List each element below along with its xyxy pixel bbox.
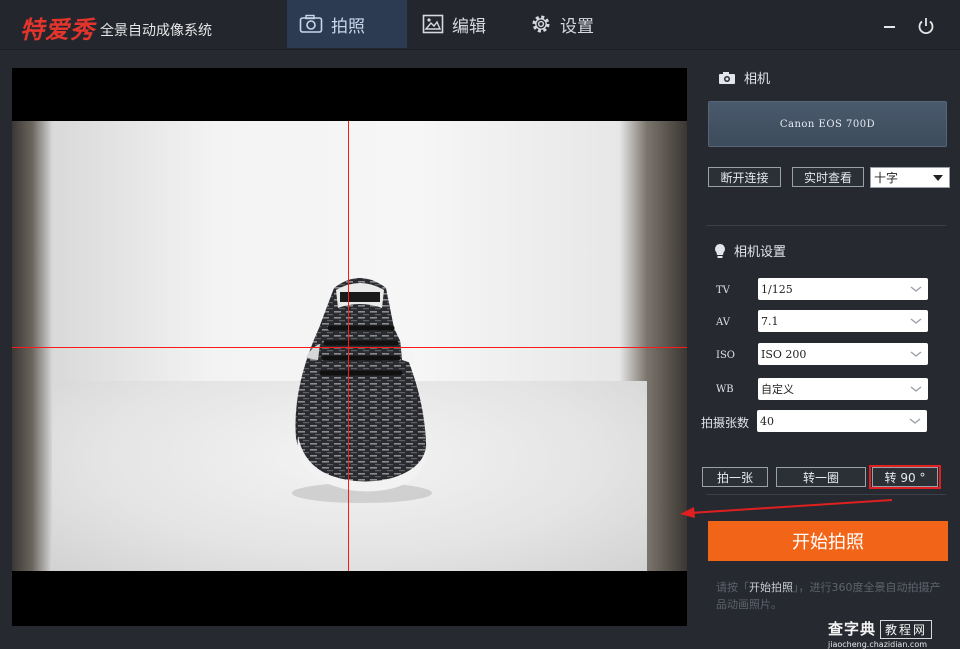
tab-settings-label: 设置 bbox=[560, 16, 594, 37]
camera-settings-title: 相机设置 bbox=[714, 241, 786, 260]
tab-edit[interactable]: 编辑 bbox=[422, 0, 512, 48]
camera-small-icon bbox=[719, 71, 735, 84]
rotate-90-button[interactable]: 转 90 ° bbox=[872, 467, 938, 487]
chevron-down-icon bbox=[933, 175, 943, 181]
av-select[interactable]: 7.1 bbox=[758, 310, 928, 332]
brand-logo: 特爱秀 bbox=[20, 15, 95, 44]
chevron-down-icon bbox=[910, 386, 922, 392]
minimize-icon bbox=[884, 26, 895, 28]
disconnect-button[interactable]: 断开连接 bbox=[708, 167, 781, 187]
shoot-one-button[interactable]: 拍一张 bbox=[702, 467, 768, 487]
shot-count-label: 拍摄张数 bbox=[701, 416, 750, 430]
control-panel: 相机 Canon EOS 700D 断开连接 实时查看 十字 相机设置 TV 1… bbox=[700, 50, 960, 649]
tv-select[interactable]: 1/125 bbox=[758, 278, 928, 300]
camera-settings-label: 相机设置 bbox=[734, 245, 787, 260]
overlay-select[interactable]: 十字 bbox=[870, 167, 950, 188]
hint-prefix: 请按「 bbox=[716, 581, 749, 594]
power-button[interactable] bbox=[916, 16, 936, 36]
hint-text: 请按「开始拍照」，进行360度全景自动拍摄产品动画照片。 bbox=[716, 579, 946, 613]
minimize-button[interactable] bbox=[880, 16, 900, 36]
chevron-down-icon bbox=[909, 418, 921, 424]
wb-label: WB bbox=[716, 384, 734, 395]
watermark: 查字典 教程网 jiaocheng.chazidian.com bbox=[828, 618, 956, 649]
chevron-down-icon bbox=[910, 286, 922, 292]
wb-value: 自定义 bbox=[761, 383, 794, 396]
camera-icon bbox=[299, 14, 323, 33]
start-capture-button[interactable]: 开始拍照 bbox=[708, 521, 948, 561]
live-preview[interactable] bbox=[12, 68, 687, 626]
section-divider bbox=[706, 494, 946, 495]
wb-select[interactable]: 自定义 bbox=[758, 378, 928, 400]
watermark-tag: 教程网 bbox=[880, 620, 933, 639]
watermark-url: jiaocheng.chazidian.com bbox=[828, 640, 928, 649]
av-label: AV bbox=[716, 317, 730, 328]
shot-count-select[interactable]: 40 bbox=[757, 410, 927, 432]
chevron-down-icon bbox=[910, 351, 922, 357]
av-value: 7.1 bbox=[761, 314, 779, 328]
rotate-circle-button[interactable]: 转一圈 bbox=[776, 467, 866, 487]
bulb-icon bbox=[715, 243, 725, 258]
chevron-down-icon bbox=[910, 318, 922, 324]
tab-capture-label: 拍照 bbox=[331, 16, 365, 37]
preview-image bbox=[12, 121, 687, 571]
watermark-brand-text: 查字典 bbox=[828, 620, 877, 638]
iso-label: ISO bbox=[716, 350, 735, 361]
section-divider bbox=[706, 225, 946, 226]
watermark-brand: 查字典 教程网 bbox=[828, 618, 956, 639]
camera-section-label: 相机 bbox=[744, 72, 771, 87]
iso-value: ISO 200 bbox=[761, 347, 807, 361]
crosshair-vertical bbox=[348, 121, 349, 571]
brand-subtitle: 全景自动成像系统 bbox=[100, 23, 212, 39]
shot-count-value: 40 bbox=[760, 414, 774, 428]
tv-label: TV bbox=[716, 285, 730, 296]
crosshair-horizontal bbox=[12, 347, 687, 348]
tab-settings[interactable]: 设置 bbox=[530, 0, 620, 48]
overlay-select-value: 十字 bbox=[874, 171, 899, 185]
live-view-button[interactable]: 实时查看 bbox=[792, 167, 864, 187]
shoe-photo bbox=[292, 278, 432, 503]
hint-highlight: 开始拍照 bbox=[749, 581, 793, 594]
gear-icon bbox=[532, 15, 550, 33]
power-icon bbox=[918, 18, 934, 35]
image-edit-icon bbox=[422, 14, 444, 34]
camera-name-display: Canon EOS 700D bbox=[708, 101, 947, 147]
camera-section-title: 相机 bbox=[718, 68, 770, 87]
tab-edit-label: 编辑 bbox=[452, 16, 486, 37]
iso-select[interactable]: ISO 200 bbox=[758, 343, 928, 365]
tab-capture[interactable]: 拍照 bbox=[287, 0, 407, 48]
title-bar: 特爱秀 全景自动成像系统 拍照 编辑 设置 bbox=[0, 0, 960, 50]
tv-value: 1/125 bbox=[761, 282, 793, 296]
